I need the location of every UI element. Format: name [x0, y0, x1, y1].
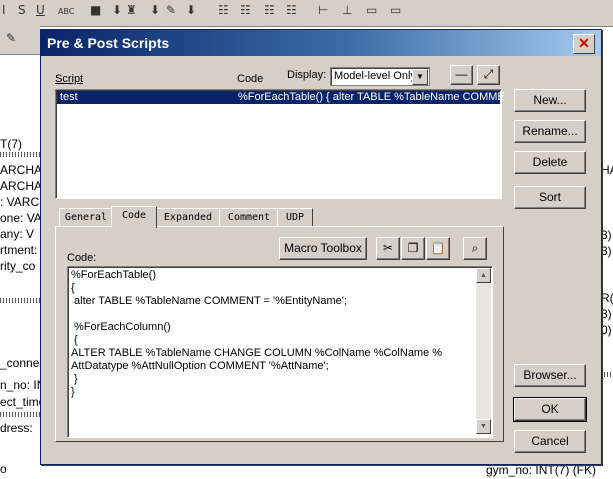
same-width-icon[interactable]: ▭ [390, 3, 401, 21]
bg-entity-text: ARCHA [0, 179, 43, 193]
display-select-value: Model-level Only [334, 70, 416, 82]
bg-entity-text: one: VA [0, 211, 42, 225]
scissors-icon[interactable]: ✂ [376, 237, 400, 260]
tab-code[interactable]: Code [111, 206, 157, 228]
edit-icon[interactable]: ✎ [6, 31, 16, 49]
code-editor[interactable]: %ForEachTable() { alter TABLE %TableName… [67, 266, 493, 438]
maximize-button[interactable]: ⤢ [477, 65, 500, 85]
scroll-down-icon[interactable]: ▼ [476, 419, 491, 434]
bg-entity-text: : VARC [0, 195, 40, 209]
align-bottom-icon[interactable]: ☷ [264, 3, 275, 21]
fill-color-icon[interactable]: ⬇ [112, 3, 122, 21]
code-line: %ForEachColumn() [71, 321, 171, 333]
scroll-up-icon[interactable]: ▲ [476, 268, 491, 283]
bg-entity-text: 3) [601, 307, 612, 321]
browser-button[interactable]: Browser... [514, 364, 586, 387]
align-top-icon[interactable]: ☷ [218, 3, 229, 21]
same-size-icon[interactable]: ▭ [366, 3, 377, 21]
bg-separator [601, 372, 613, 377]
abc-icon[interactable]: ABC [58, 7, 74, 25]
rename-button[interactable]: Rename... [514, 120, 586, 143]
font-color-icon[interactable]: ■ [90, 3, 101, 21]
code-column-label: Code [237, 73, 264, 85]
code-line: } [71, 386, 75, 398]
bg-entity-text: 3) [601, 228, 612, 242]
code-lines: %ForEachTable() { alter TABLE %TableName… [71, 269, 471, 399]
code-line: ALTER TABLE %TableName CHANGE COLUMN %Co… [71, 347, 443, 359]
code-line: alter TABLE %TableName COMMENT = '%Entit… [71, 295, 347, 307]
bg-entity-text: ect_time [0, 395, 46, 409]
macro-toolbox-button[interactable]: Macro Toolbox [279, 237, 367, 260]
underline-icon[interactable]: U [36, 3, 45, 21]
code-line: } [71, 373, 78, 385]
code-line: { [71, 334, 78, 346]
bg-separator [0, 298, 40, 303]
bg-entity-text: _conne [0, 356, 40, 370]
script-name: test [60, 91, 78, 103]
bg-entity-text: R(2 [601, 291, 613, 305]
code-line: { [71, 282, 75, 294]
background-toolbar-secondary: ✎ [0, 26, 40, 55]
code-line: %ForEachTable() [71, 269, 156, 281]
script-list[interactable]: test %ForEachTable() { alter TABLE %Tabl… [55, 89, 505, 199]
align-middle-icon[interactable]: ☷ [240, 3, 251, 21]
copy-icon[interactable]: ❐ [401, 237, 425, 260]
line-color-icon[interactable]: ⬇ [150, 3, 160, 21]
script-code-preview: %ForEachTable() { alter TABLE %TableName… [238, 91, 505, 103]
dropdown-icon[interactable]: ⬇ [186, 3, 196, 21]
bg-entity-text: ARCHA [0, 163, 43, 177]
display-label: Display: [287, 69, 327, 81]
bg-entity-text: o [0, 462, 7, 476]
close-icon[interactable]: ✕ [573, 34, 595, 54]
script-column-label: Script [55, 73, 84, 85]
bg-entity-text: dress: [0, 421, 33, 435]
delete-button[interactable]: Delete [514, 151, 586, 174]
minus-button[interactable]: — [450, 65, 473, 85]
space-vertical-icon[interactable]: ⊥ [342, 3, 352, 21]
bg-entity-text: any: V [0, 227, 35, 241]
tab-general[interactable]: General [59, 208, 113, 227]
paint-bucket-icon[interactable]: ♜ [126, 3, 137, 21]
display-select[interactable]: Model-level Only ▼ [330, 67, 430, 86]
code-line: AttDatatype %AttNullOption COMMENT '%Att… [71, 360, 329, 372]
space-horizontal-icon[interactable]: ⊢ [318, 3, 328, 21]
strikethrough-icon[interactable]: S [18, 3, 26, 21]
tab-expanded[interactable]: Expanded [155, 208, 221, 227]
script-list-row[interactable]: test %ForEachTable() { alter TABLE %Tabl… [57, 91, 505, 104]
bg-entity-text: 0) [601, 323, 612, 337]
bg-entity-text: rity_co [0, 259, 36, 273]
bg-entity-text: gym_no: INT(7) (FK) [486, 463, 597, 477]
dialog-title: Pre & Post Scripts [47, 35, 170, 51]
find-icon[interactable]: ⌕ [463, 237, 487, 260]
dialog-titlebar[interactable]: Pre & Post Scripts ✕ [41, 30, 601, 56]
italic-icon[interactable]: I [2, 3, 6, 21]
sort-button[interactable]: Sort [514, 186, 586, 209]
cancel-button[interactable]: Cancel [514, 430, 586, 453]
bg-entity-text: HA [601, 163, 613, 177]
pre-post-scripts-dialog: Pre & Post Scripts ✕ Script Code Display… [40, 29, 602, 465]
bg-entity-text: 3) [601, 244, 612, 258]
ok-button[interactable]: OK [513, 397, 587, 422]
distribute-icon[interactable]: ☷ [286, 3, 297, 21]
bg-entity-text: n_no: IN [0, 378, 46, 392]
background-toolbar: I S U ABC ■ ⬇ ♜ ⬇ ✎ ⬇ ☷ ☷ ☷ ☷ ⊢ ⊥ ▭ ▭ [0, 0, 613, 27]
new-button[interactable]: New... [514, 89, 586, 112]
tab-comment[interactable]: Comment [219, 208, 279, 227]
code-label: Code: [67, 252, 97, 264]
bg-separator [0, 412, 40, 417]
bg-separator [0, 152, 40, 157]
code-vertical-scrollbar[interactable]: ▲ ▼ [476, 268, 491, 434]
bg-entity-text: rtment: [0, 243, 38, 257]
tab-udp[interactable]: UDP [277, 208, 313, 227]
bg-entity-text: T(7) [0, 137, 22, 151]
chevron-down-icon[interactable]: ▼ [412, 69, 428, 85]
paste-icon[interactable]: 📋 [426, 237, 450, 260]
pen-icon[interactable]: ✎ [166, 3, 176, 21]
